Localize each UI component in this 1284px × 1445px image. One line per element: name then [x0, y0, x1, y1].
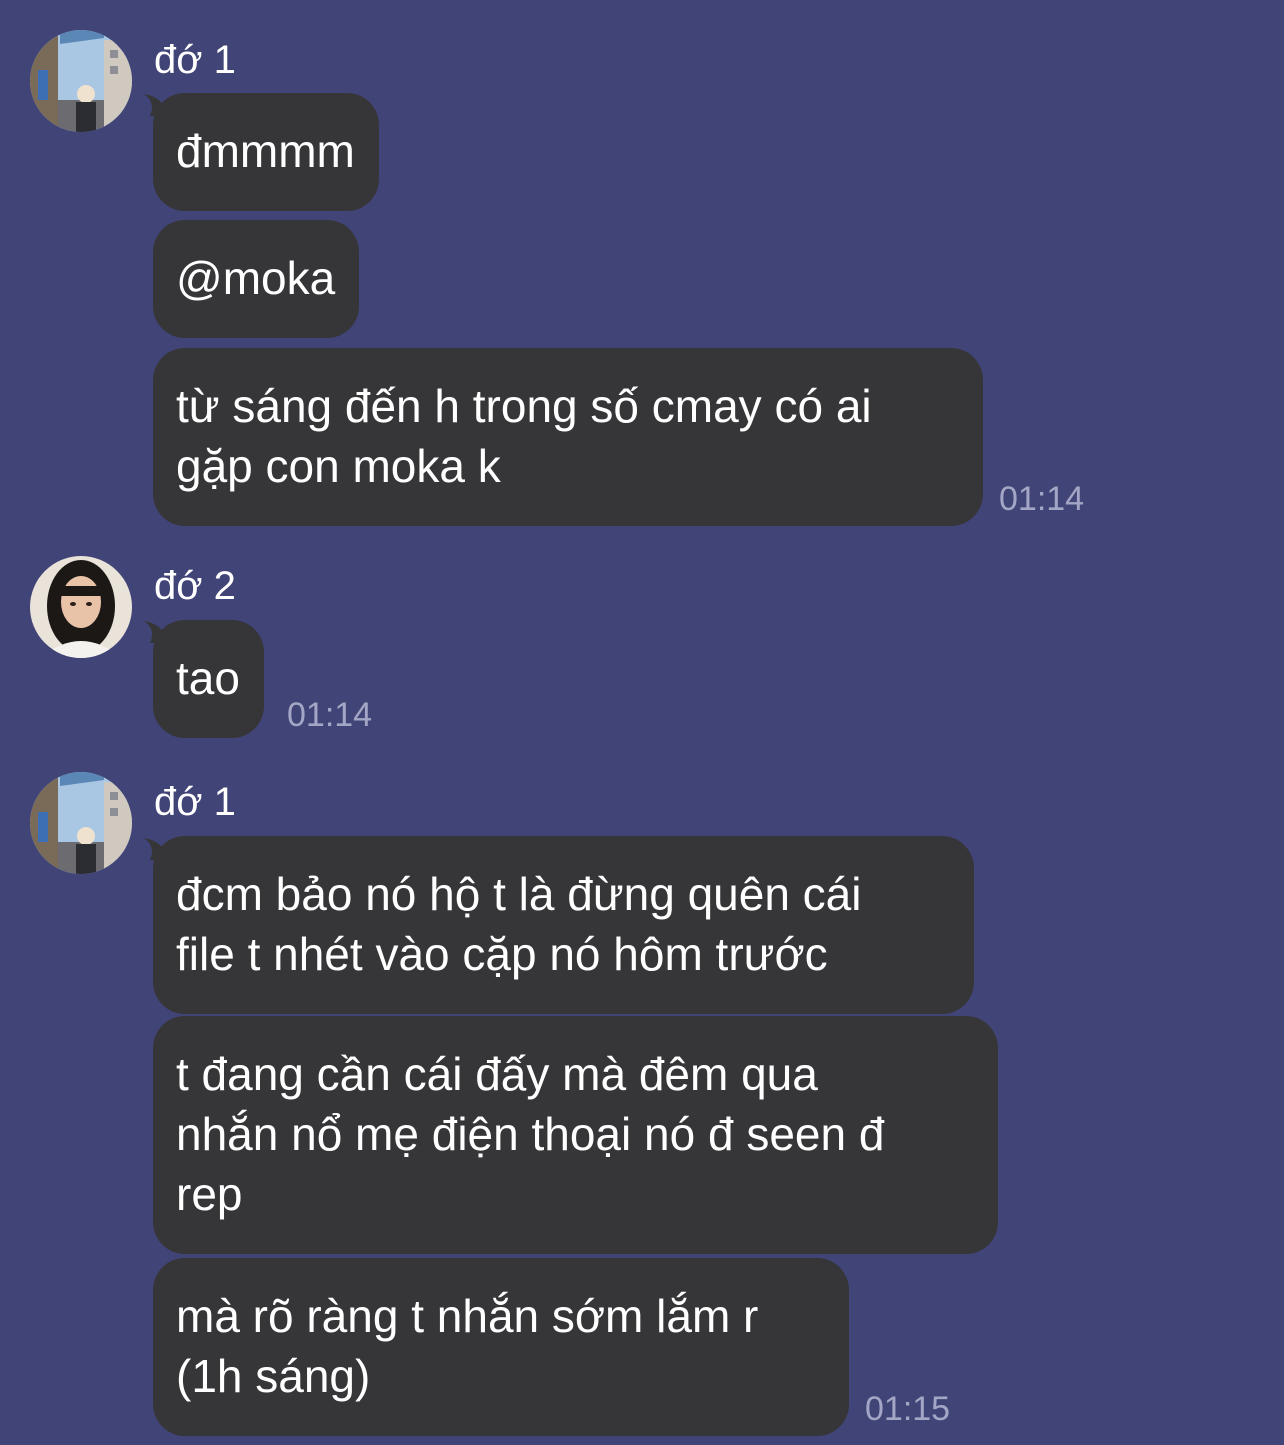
message-bubble[interactable]: t đang cần cái đấy mà đêm qua nhắn nổ mẹ…	[153, 1016, 998, 1254]
message-bubble[interactable]: từ sáng đến h trong số cmay có ai gặp co…	[153, 348, 983, 526]
message-timestamp: 01:14	[287, 696, 373, 734]
message-bubble[interactable]: @moka	[153, 220, 360, 338]
sender-name: đớ 1	[154, 780, 236, 824]
message-bubble[interactable]: mà rõ ràng t nhắn sớm lắm r (1h sáng)	[153, 1258, 849, 1436]
avatar-portrait-photo-icon	[30, 556, 132, 658]
avatar-street-photo-icon	[30, 772, 132, 874]
avatar-street-photo-icon	[30, 30, 132, 132]
message-timestamp: 01:15	[865, 1390, 951, 1428]
sender-name: đớ 1	[154, 38, 236, 82]
sender-avatar[interactable]	[30, 772, 132, 874]
message-bubble[interactable]: đmmmm	[153, 93, 379, 211]
sender-name: đớ 2	[154, 564, 236, 608]
message-timestamp: 01:14	[999, 480, 1085, 518]
sender-avatar[interactable]	[30, 30, 132, 132]
sender-avatar[interactable]	[30, 556, 132, 658]
message-bubble[interactable]: đcm bảo nó hộ t là đừng quên cái file t …	[153, 836, 974, 1014]
message-bubble[interactable]: tao	[153, 620, 264, 738]
